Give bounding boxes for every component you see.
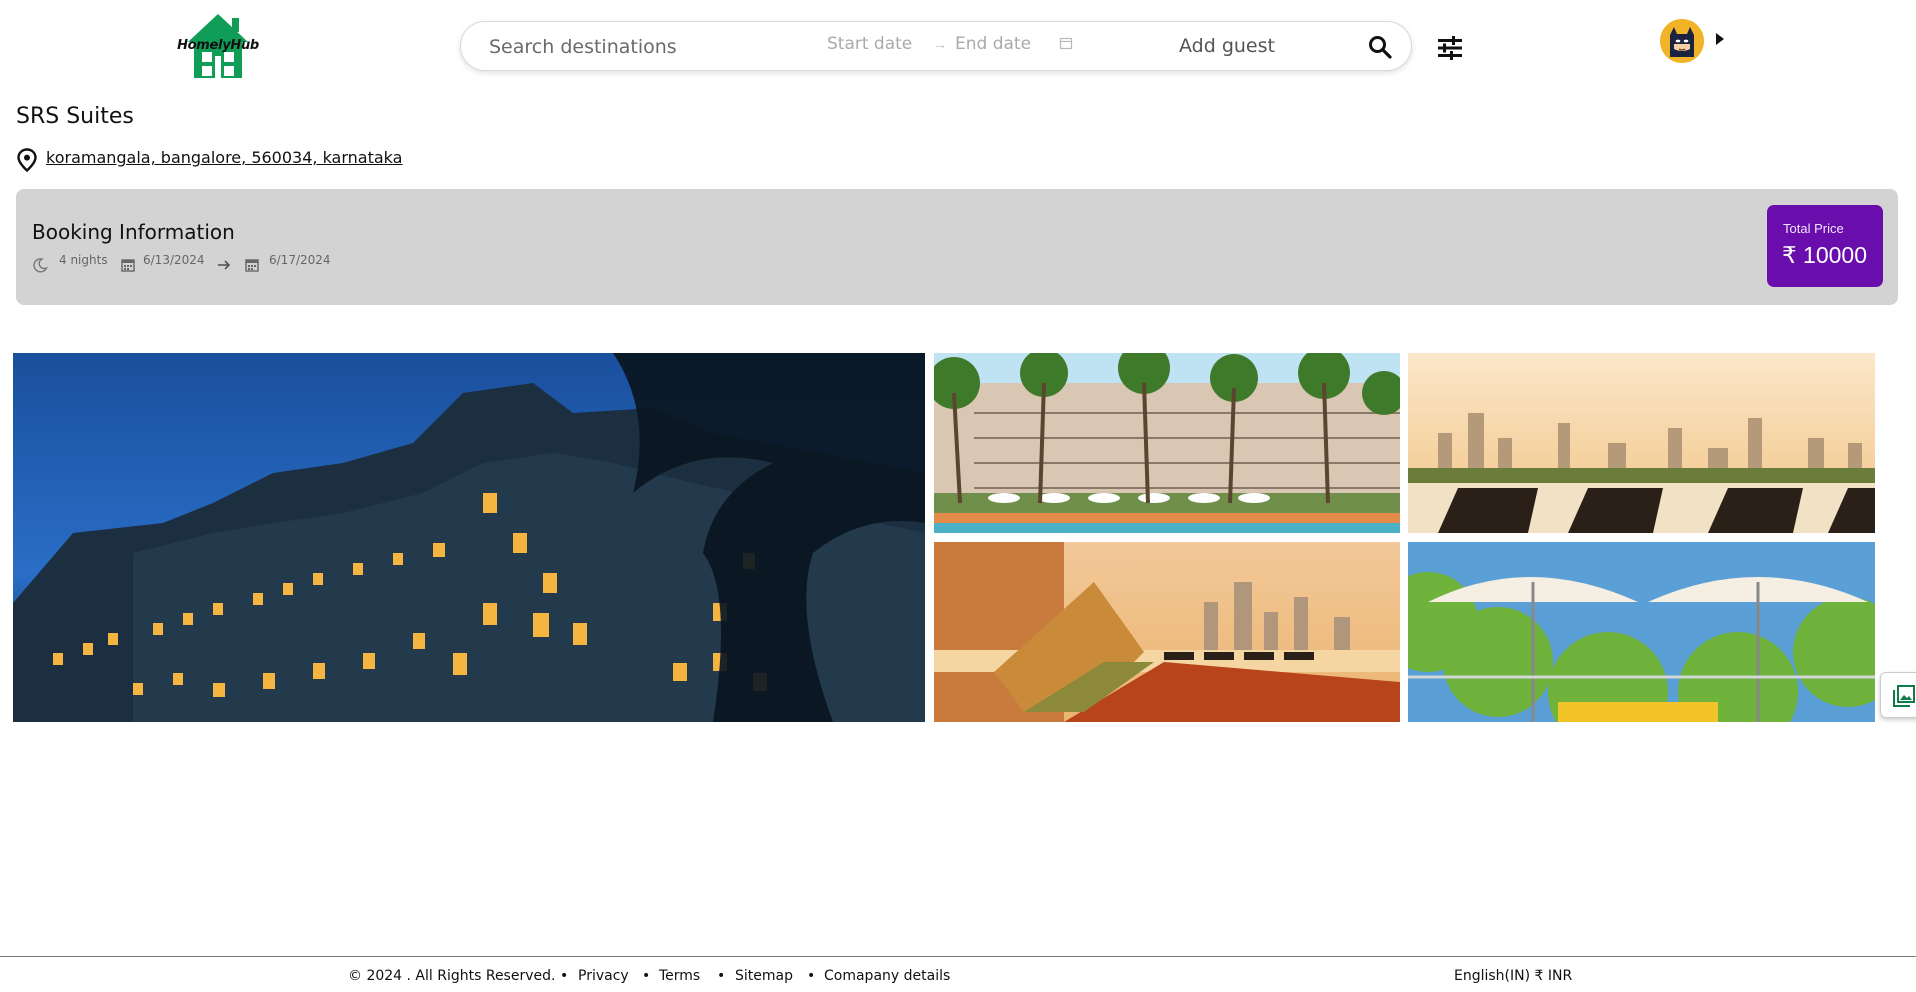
search-icon[interactable] xyxy=(1367,34,1393,60)
footer-separator: • xyxy=(560,968,569,984)
locale-currency-selector[interactable]: English(IN) ₹ INR xyxy=(1454,968,1572,984)
footer-link-sitemap[interactable]: Sitemap xyxy=(735,968,793,984)
hotel-night-exterior-image xyxy=(13,353,925,722)
property-title: SRS Suites xyxy=(16,104,134,129)
gallery-image-4[interactable] xyxy=(1408,542,1875,722)
top-navbar: HomelyHub Start date → End date Add gues… xyxy=(0,0,1916,96)
footer-link-terms[interactable]: Terms xyxy=(659,968,700,984)
footer: © 2024 . All Rights Reserved. • Privacy … xyxy=(0,966,1916,992)
batman-avatar-icon xyxy=(1660,19,1704,63)
start-date-field[interactable]: Start date xyxy=(827,34,912,54)
show-all-photos-button[interactable] xyxy=(1880,672,1916,718)
search-destinations-input[interactable] xyxy=(489,35,789,59)
end-date-field[interactable]: End date xyxy=(955,34,1031,54)
total-price-value: ₹ 10000 xyxy=(1782,242,1867,268)
property-address-link[interactable]: koramangala, bangalore, 560034, karnatak… xyxy=(46,148,402,167)
date-range-arrow: → xyxy=(933,36,947,52)
calendar-icon xyxy=(245,259,259,272)
copyright-text: © 2024 . All Rights Reserved. xyxy=(348,968,556,984)
booking-information-card: Booking Information 4 nights 6/13/2024 6… xyxy=(16,189,1898,305)
add-guest-field[interactable]: Add guest xyxy=(1179,35,1275,57)
check-in-date: 6/13/2024 xyxy=(143,253,205,267)
moon-icon xyxy=(33,258,48,273)
footer-separator: • xyxy=(717,968,726,984)
gallery-image-1[interactable] xyxy=(934,353,1400,533)
garden-umbrellas-image xyxy=(1408,542,1875,722)
logo-text: HomelyHub xyxy=(177,38,259,53)
rooftop-loungers-skyline-image xyxy=(1408,353,1875,533)
booking-title: Booking Information xyxy=(32,220,235,244)
homelyhub-logo[interactable]: HomelyHub xyxy=(176,12,260,80)
footer-separator: • xyxy=(807,968,816,984)
calendar-icon xyxy=(121,259,135,272)
check-out-date: 6/17/2024 xyxy=(269,253,331,267)
caret-right-icon[interactable] xyxy=(1714,31,1726,47)
calendar-icon[interactable] xyxy=(1059,36,1073,50)
total-price-box: Total Price ₹ 10000 xyxy=(1767,205,1883,287)
footer-separator: • xyxy=(642,968,651,984)
arrow-right-icon xyxy=(218,260,231,270)
footer-divider xyxy=(0,956,1916,957)
location-pin-icon xyxy=(17,148,37,172)
footer-link-company-details[interactable]: Comapany details xyxy=(824,968,950,984)
gallery-main-image[interactable] xyxy=(13,353,925,722)
resort-pool-palms-image xyxy=(934,353,1400,533)
footer-link-privacy[interactable]: Privacy xyxy=(578,968,629,984)
filter-icon[interactable] xyxy=(1436,36,1464,60)
user-avatar[interactable] xyxy=(1660,19,1704,63)
nights-count: 4 nights xyxy=(59,253,108,267)
photo-library-icon xyxy=(1893,685,1915,707)
sunset-deckchair-pool-image xyxy=(934,542,1400,722)
search-bar: Start date → End date Add guest xyxy=(460,21,1412,71)
gallery-image-2[interactable] xyxy=(1408,353,1875,533)
gallery-image-3[interactable] xyxy=(934,542,1400,722)
total-price-label: Total Price xyxy=(1783,221,1844,236)
